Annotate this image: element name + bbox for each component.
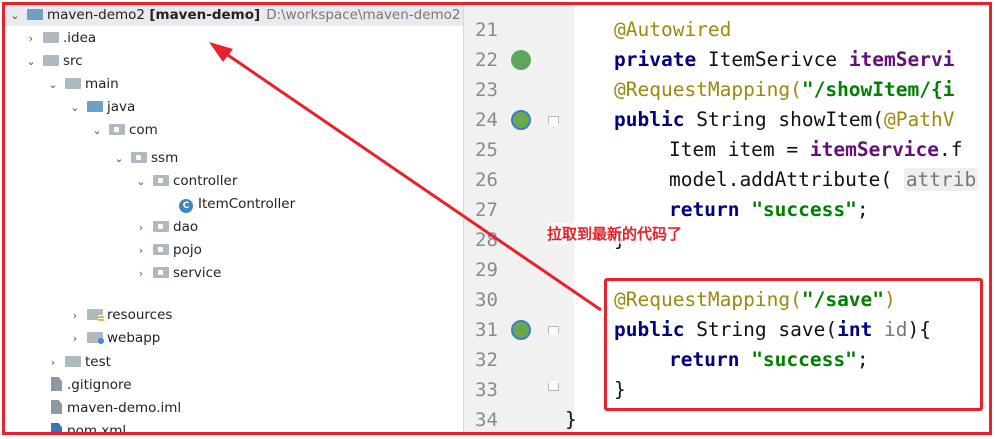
arrow-shaft (218, 47, 602, 312)
screenshot-frame: ⌄ maven-demo2 [maven-demo] D:\workspace\ma… (2, 2, 992, 435)
arrow-head (209, 42, 233, 62)
annotation-arrow (209, 42, 602, 312)
